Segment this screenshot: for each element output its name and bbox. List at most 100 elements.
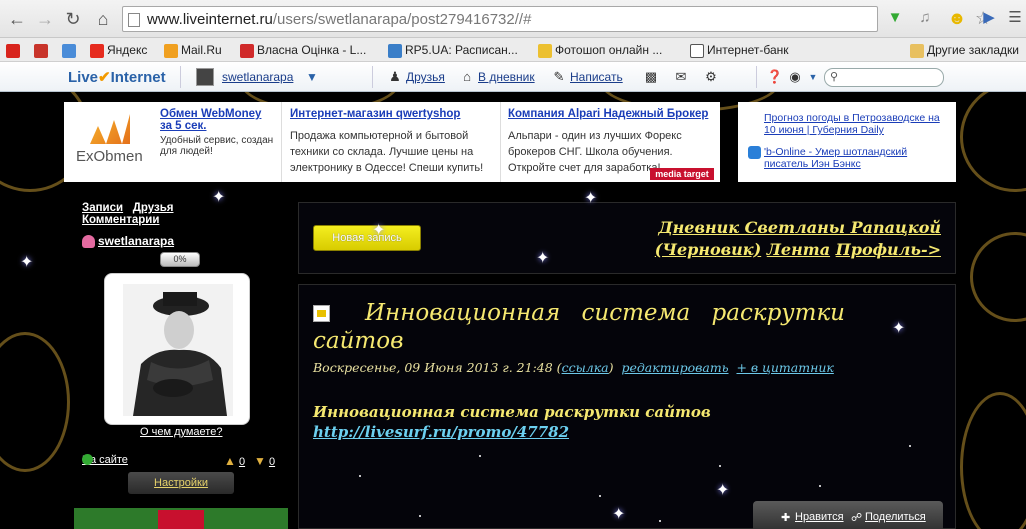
divider: [500, 102, 501, 182]
posts-link[interactable]: Записи: [82, 202, 123, 214]
mail-icon[interactable]: ✉: [672, 68, 690, 86]
post-body-title: Инновационная система раскрутки сайтов: [313, 403, 711, 421]
exobmen-logo-text: ExObmen: [76, 148, 143, 165]
profile-photo: [123, 284, 233, 416]
edit-link[interactable]: редактировать: [621, 360, 728, 375]
bookmark-gmail[interactable]: [34, 41, 51, 59]
profile-photo-frame[interactable]: [104, 273, 250, 425]
permalink[interactable]: ссылка: [562, 360, 609, 375]
star: [359, 475, 361, 477]
vlasna-icon: [240, 43, 254, 58]
address-bar[interactable]: www.liveinternet.ru/users/swetlanarapa/p…: [122, 6, 991, 32]
url-text[interactable]: www.liveinternet.ru/users/swetlanarapa/p…: [147, 11, 531, 28]
eye-icon[interactable]: ◉: [786, 68, 804, 86]
comments-link[interactable]: Комментарии: [82, 214, 159, 226]
bookmark-youtube[interactable]: [6, 41, 23, 59]
like-button[interactable]: Нравится: [795, 511, 844, 523]
photoshop-icon: [538, 43, 552, 58]
chevron-down-icon[interactable]: ▼: [306, 70, 318, 84]
chevron-down-icon[interactable]: ▼: [804, 68, 822, 86]
rp5-icon: [388, 43, 402, 58]
yandex-icon: [90, 43, 104, 58]
bookmark-vlasna[interactable]: Власна Оцінка - L...: [240, 41, 366, 59]
ad-title[interactable]: Интернет-магазин qwertyshop: [290, 108, 498, 120]
bookmark-other[interactable]: Другие закладки: [910, 41, 1019, 59]
forward-icon[interactable]: →: [34, 8, 56, 30]
post-body-link[interactable]: http://livesurf.ru/promo/47782: [313, 423, 569, 441]
ornament: [970, 232, 1026, 322]
profile-link[interactable]: Профиль->: [836, 240, 941, 259]
bookmark-photoshop[interactable]: Фотошоп онлайн ...: [538, 41, 662, 59]
menu-icon[interactable]: ☰: [1004, 7, 1026, 29]
write-link[interactable]: Написать: [570, 70, 623, 84]
post-meta: Воскресенье, 09 Июня 2013 г. 21:48 (ссыл…: [313, 360, 834, 375]
google-icon: [62, 43, 76, 58]
feed-link[interactable]: Лента: [767, 240, 830, 259]
share-icon: ☍: [851, 512, 863, 524]
banner[interactable]: [74, 508, 288, 529]
settings-button[interactable]: Настройки: [128, 472, 234, 494]
gmail-icon: [34, 43, 48, 58]
folder-icon: [910, 43, 924, 58]
star: [719, 465, 721, 467]
ad-title[interactable]: Обмен WebMoney за 5 сек.: [160, 108, 276, 132]
username-link[interactable]: swetlanarapa: [222, 70, 293, 84]
like-count[interactable]: ▲ 0: [224, 454, 245, 468]
bookmark-yandex[interactable]: Яндекс: [90, 41, 147, 59]
divider: [180, 66, 181, 88]
online-icon: [82, 454, 93, 465]
quote-link[interactable]: + в цитатник: [736, 360, 833, 375]
user-female-icon: [82, 235, 95, 249]
bookmark-rp5[interactable]: RP5.UA: Расписан...: [388, 41, 518, 59]
document-icon: [690, 43, 704, 58]
gear-icon[interactable]: ⚙: [702, 68, 720, 86]
star: [599, 495, 601, 497]
plus-icon: ✚: [781, 512, 791, 524]
home-icon[interactable]: ⌂: [92, 8, 114, 30]
ad-2[interactable]: Интернет-магазин qwertyshop Продажа комп…: [290, 108, 498, 178]
volume-icon[interactable]: ♫: [914, 7, 936, 29]
youtube-icon: [6, 43, 20, 58]
back-icon[interactable]: ←: [6, 8, 28, 30]
ad-banner: ExObmen Обмен WebMoney за 5 сек. Удобный…: [64, 102, 720, 182]
search-input[interactable]: [843, 70, 939, 85]
news-item[interactable]: 'b-Online - Умер шотландский писатель Иэ…: [764, 146, 950, 170]
ornament: [0, 332, 70, 472]
ad-1[interactable]: Обмен WebMoney за 5 сек. Удобный сервис,…: [160, 108, 276, 178]
share-button[interactable]: Поделиться: [865, 511, 926, 523]
reload-icon[interactable]: ↻: [62, 8, 84, 30]
smiley-icon[interactable]: ☻: [946, 7, 968, 29]
user-avatar[interactable]: [196, 68, 214, 86]
progress-indicator: 0%: [160, 252, 200, 267]
download-icon[interactable]: ▼: [884, 7, 906, 29]
sparkle: ✦: [584, 190, 598, 207]
sparkle: ✦: [212, 189, 226, 206]
friends-link[interactable]: Друзья: [133, 202, 174, 214]
sparkle: ✦: [372, 222, 386, 239]
profile-username[interactable]: swetlanarapa: [82, 234, 174, 249]
friends-link[interactable]: Друзья: [406, 70, 445, 84]
house-icon: ⌂: [463, 69, 471, 84]
dislike-count[interactable]: ▼ 0: [254, 454, 275, 468]
mediatarget-badge[interactable]: media target: [650, 168, 714, 180]
play-icon[interactable]: ▶: [978, 7, 1000, 29]
news-item[interactable]: Прогноз погоды в Петрозаводске на 10 июн…: [764, 112, 950, 136]
diary-link[interactable]: В дневник: [478, 70, 535, 84]
chat-icon[interactable]: ▩: [642, 68, 660, 86]
bookmark-google[interactable]: [62, 41, 79, 59]
bookmark-mailru[interactable]: Mail.Ru: [164, 41, 222, 59]
post-date: Воскресенье, 09 Июня 2013 г. 21:48: [313, 360, 553, 375]
ad-title[interactable]: Компания Alpari Надежный Брокер: [508, 108, 714, 120]
diary-header: Новая запись Дневник Светланы Рапацкой (…: [298, 202, 956, 274]
exobmen-logo[interactable]: ExObmen: [72, 110, 148, 174]
search-box[interactable]: ⚲: [824, 68, 944, 87]
post: Инновационная система раскрутки сайтов В…: [298, 284, 956, 529]
status-prompt-link[interactable]: О чем думаете?: [140, 426, 222, 438]
liveinternet-logo[interactable]: Live✔Internet: [68, 68, 166, 86]
bookmark-bank[interactable]: Интернет-банк: [690, 41, 789, 59]
new-post-button[interactable]: Новая запись: [313, 225, 421, 251]
divider: [756, 66, 757, 88]
ad-text: Продажа компьютерной и бытовой техники с…: [290, 130, 484, 174]
sparkle: ✦: [612, 506, 626, 523]
help-icon[interactable]: ❓: [766, 68, 784, 86]
